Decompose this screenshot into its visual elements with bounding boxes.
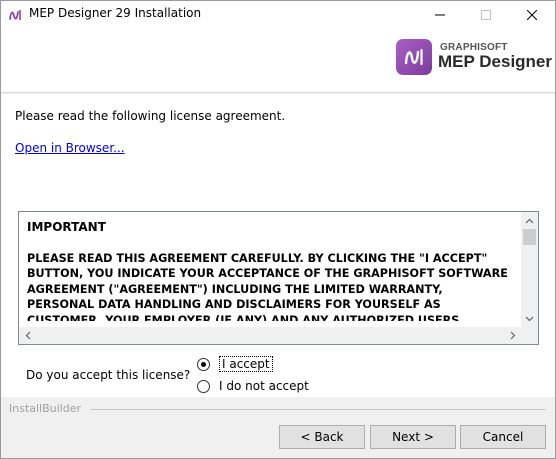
- mep-designer-app-icon: [7, 7, 23, 23]
- minimize-button[interactable]: [417, 1, 463, 28]
- open-in-browser-link[interactable]: Open in Browser...: [15, 141, 125, 155]
- vertical-scroll-thumb[interactable]: [523, 229, 536, 245]
- footer-divider: [91, 409, 546, 410]
- maximize-button[interactable]: [463, 1, 509, 28]
- scroll-down-icon[interactable]: [521, 310, 538, 327]
- back-button[interactable]: < Back: [279, 425, 365, 449]
- radio-i-do-not-accept[interactable]: I do not accept: [197, 379, 309, 393]
- main-content: Please read the following license agreem…: [1, 94, 555, 397]
- scroll-up-icon[interactable]: [521, 212, 538, 229]
- radio-unselected-icon[interactable]: [197, 379, 210, 393]
- license-heading: IMPORTANT: [27, 220, 106, 234]
- license-text: IMPORTANT PLEASE READ THIS AGREEMENT CAR…: [27, 220, 521, 321]
- license-line: PERSONAL DATA HANDLING AND DISCLAIMERS F…: [27, 298, 441, 311]
- scroll-right-icon[interactable]: [504, 327, 521, 344]
- horizontal-scrollbar[interactable]: [19, 327, 521, 344]
- radio-selected-icon[interactable]: [197, 357, 210, 371]
- minimize-icon: [435, 14, 445, 15]
- accept-question-label: Do you accept this license?: [26, 368, 191, 382]
- instruction-text: Please read the following license agreem…: [15, 109, 286, 123]
- license-line: AGREEMENT ("AGREEMENT") INCLUDING THE LI…: [27, 282, 443, 296]
- close-icon: [527, 9, 537, 20]
- cancel-button[interactable]: Cancel: [460, 425, 546, 449]
- window-title: MEP Designer 29 Installation: [29, 6, 202, 20]
- logo-product-text: MEP Designer: [438, 52, 553, 71]
- radio-label-do-not-accept: I do not accept: [219, 379, 309, 393]
- license-line: BUTTON, YOU INDICATE YOUR ACCEPTANCE OF …: [27, 267, 508, 280]
- header-banner: GRAPHISOFT MEP Designer: [1, 28, 555, 93]
- license-text-area[interactable]: IMPORTANT PLEASE READ THIS AGREEMENT CAR…: [18, 211, 539, 345]
- license-line: CUSTOMER, YOUR EMPLOYER (IF ANY) AND ANY…: [27, 313, 460, 322]
- scroll-left-icon[interactable]: [19, 327, 36, 344]
- radio-label-accept: I accept: [219, 356, 273, 372]
- next-button[interactable]: Next >: [370, 425, 456, 449]
- license-line: PLEASE READ THIS AGREEMENT CAREFULLY. BY…: [27, 251, 488, 265]
- radio-i-accept[interactable]: I accept: [197, 356, 273, 372]
- installer-window: MEP Designer 29 Installation GRAPHISOFT …: [0, 0, 556, 459]
- scrollbar-corner: [521, 327, 538, 344]
- mep-designer-logo-icon: [396, 39, 432, 75]
- installbuilder-label: InstallBuilder: [9, 402, 82, 415]
- vertical-scrollbar[interactable]: [521, 212, 538, 327]
- title-bar[interactable]: MEP Designer 29 Installation: [1, 1, 555, 28]
- close-button[interactable]: [509, 1, 555, 28]
- maximize-icon: [481, 9, 491, 20]
